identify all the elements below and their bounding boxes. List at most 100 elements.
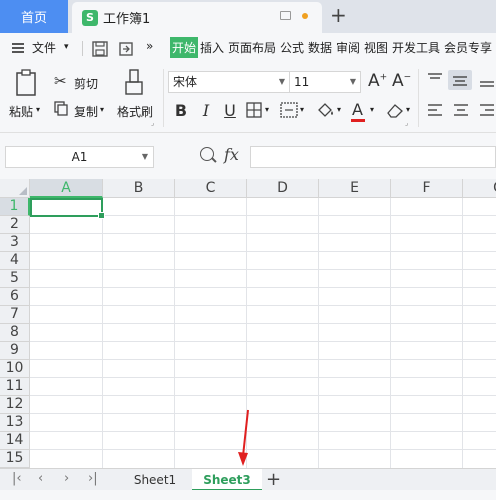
- fill-dropdown-icon[interactable]: ▾: [337, 105, 341, 114]
- row-header[interactable]: 15: [0, 450, 30, 468]
- font-name-select[interactable]: 宋体 ▼: [168, 71, 290, 93]
- font-expand-icon[interactable]: ⌟: [405, 119, 408, 127]
- column-header[interactable]: F: [391, 179, 463, 198]
- menu-tab-member[interactable]: 会员专享: [444, 39, 492, 56]
- spreadsheet-grid[interactable]: A B C D E F G 1 2 3 4 5 6 7 8 9 10 11 12…: [0, 179, 496, 468]
- row-header[interactable]: 4: [0, 252, 30, 270]
- monitor-icon[interactable]: [280, 11, 291, 20]
- merge-cells-icon[interactable]: [280, 102, 298, 118]
- last-sheet-icon[interactable]: ›|: [88, 471, 98, 486]
- underline-button[interactable]: U: [222, 99, 238, 121]
- eraser-dropdown-icon[interactable]: ▾: [406, 105, 410, 114]
- menu-tab-insert[interactable]: 插入: [200, 39, 224, 56]
- menu-tab-formulas[interactable]: 公式: [280, 39, 304, 56]
- row-header[interactable]: 14: [0, 432, 30, 450]
- merge-dropdown-icon[interactable]: ▾: [300, 105, 304, 114]
- prev-sheet-icon[interactable]: ‹: [38, 471, 43, 486]
- align-bottom-icon[interactable]: [478, 72, 496, 88]
- active-cell-a1[interactable]: [30, 198, 105, 219]
- copy-dropdown-icon[interactable]: ▾: [100, 105, 104, 114]
- column-header[interactable]: B: [103, 179, 175, 198]
- tab-home[interactable]: 首页: [0, 0, 68, 33]
- grid-line: [174, 198, 175, 468]
- column-header[interactable]: D: [247, 179, 319, 198]
- italic-button[interactable]: I: [198, 99, 214, 121]
- menu-tab-home[interactable]: 开始: [170, 37, 199, 58]
- export-icon[interactable]: [118, 41, 134, 57]
- new-tab-plus-icon[interactable]: +: [330, 3, 347, 27]
- function-icon[interactable]: fx: [224, 145, 239, 164]
- row-header[interactable]: 9: [0, 342, 30, 360]
- save-icon[interactable]: [92, 41, 108, 57]
- format-painter-button[interactable]: 格式刷: [117, 103, 153, 120]
- align-left-icon[interactable]: [426, 102, 444, 118]
- chevron-down-icon: ▼: [349, 77, 356, 86]
- menu-tab-view[interactable]: 视图: [364, 39, 388, 56]
- name-box[interactable]: A1 ▼: [5, 146, 154, 168]
- row-header[interactable]: 2: [0, 216, 30, 234]
- grid-line: [30, 449, 496, 450]
- cut-button[interactable]: 剪切: [74, 75, 98, 92]
- clipboard-expand-icon[interactable]: ⌟: [151, 119, 154, 127]
- first-sheet-icon[interactable]: |‹: [12, 471, 22, 486]
- align-middle-button[interactable]: [448, 70, 472, 90]
- copy-icon[interactable]: [54, 101, 69, 116]
- sheet-tab-sheet3[interactable]: Sheet3: [192, 469, 262, 491]
- more-menu-icon[interactable]: »: [146, 39, 153, 53]
- row-header[interactable]: 3: [0, 234, 30, 252]
- formula-input[interactable]: [250, 146, 496, 168]
- grid-line: [30, 287, 496, 288]
- row-header[interactable]: 6: [0, 288, 30, 306]
- eraser-icon[interactable]: [386, 102, 404, 118]
- grid-line: [102, 198, 103, 468]
- zoom-search-icon[interactable]: [200, 147, 214, 161]
- bold-button[interactable]: B: [172, 99, 190, 121]
- align-right-icon[interactable]: [478, 102, 496, 118]
- font-size-select[interactable]: 11 ▼: [289, 71, 361, 93]
- paste-icon[interactable]: [14, 69, 40, 97]
- sheet-tab-bar: |‹ ‹ › ›| Sheet1 Sheet3 +: [0, 468, 496, 491]
- fill-color-icon[interactable]: [316, 101, 336, 119]
- font-color-dropdown-icon[interactable]: ▾: [370, 105, 374, 114]
- column-header[interactable]: A: [30, 179, 103, 198]
- row-header[interactable]: 5: [0, 270, 30, 288]
- row-header[interactable]: 7: [0, 306, 30, 324]
- row-header[interactable]: 13: [0, 414, 30, 432]
- menu-tab-review[interactable]: 审阅: [336, 39, 360, 56]
- font-size-value: 11: [294, 75, 310, 89]
- border-icon[interactable]: [246, 102, 262, 118]
- grow-font-icon[interactable]: A+: [368, 71, 387, 91]
- row-header[interactable]: 10: [0, 360, 30, 378]
- row-header[interactable]: 12: [0, 396, 30, 414]
- row-header[interactable]: 1: [0, 198, 30, 216]
- column-header[interactable]: G: [463, 179, 496, 198]
- copy-button[interactable]: 复制: [74, 103, 98, 120]
- scissors-icon[interactable]: ✂: [54, 72, 67, 90]
- paste-button[interactable]: 粘贴: [9, 103, 33, 120]
- paste-dropdown-icon[interactable]: ▾: [36, 105, 40, 114]
- chevron-down-icon[interactable]: ▾: [64, 42, 69, 52]
- ribbon-divider: [418, 69, 419, 127]
- sheet-tab-sheet1[interactable]: Sheet1: [118, 469, 192, 491]
- shrink-font-icon[interactable]: A−: [392, 71, 411, 91]
- format-painter-icon[interactable]: [124, 69, 144, 97]
- hamburger-icon[interactable]: [12, 43, 24, 53]
- border-dropdown-icon[interactable]: ▾: [265, 105, 269, 114]
- formula-bar: A1 ▼ fx: [0, 133, 496, 179]
- select-all-corner[interactable]: [0, 179, 30, 198]
- menu-file[interactable]: 文件: [32, 39, 56, 56]
- menu-tab-page-layout[interactable]: 页面布局: [228, 39, 276, 56]
- grid-line: [30, 233, 496, 234]
- menu-tab-data[interactable]: 数据: [308, 39, 332, 56]
- add-sheet-icon[interactable]: +: [266, 469, 281, 491]
- row-header[interactable]: 11: [0, 378, 30, 396]
- menu-tab-developer[interactable]: 开发工具: [392, 39, 440, 56]
- next-sheet-icon[interactable]: ›: [64, 471, 69, 486]
- ribbon: 粘贴 ▾ ✂ 剪切 复制 ▾ 格式刷 ⌟ 宋体 ▼ 11 ▼ A+ A− B I…: [0, 63, 496, 133]
- column-header[interactable]: E: [319, 179, 391, 198]
- column-header[interactable]: C: [175, 179, 247, 198]
- align-top-icon[interactable]: [426, 72, 444, 88]
- row-header[interactable]: 8: [0, 324, 30, 342]
- align-center-icon[interactable]: [452, 102, 470, 118]
- font-color-icon[interactable]: A: [352, 100, 363, 119]
